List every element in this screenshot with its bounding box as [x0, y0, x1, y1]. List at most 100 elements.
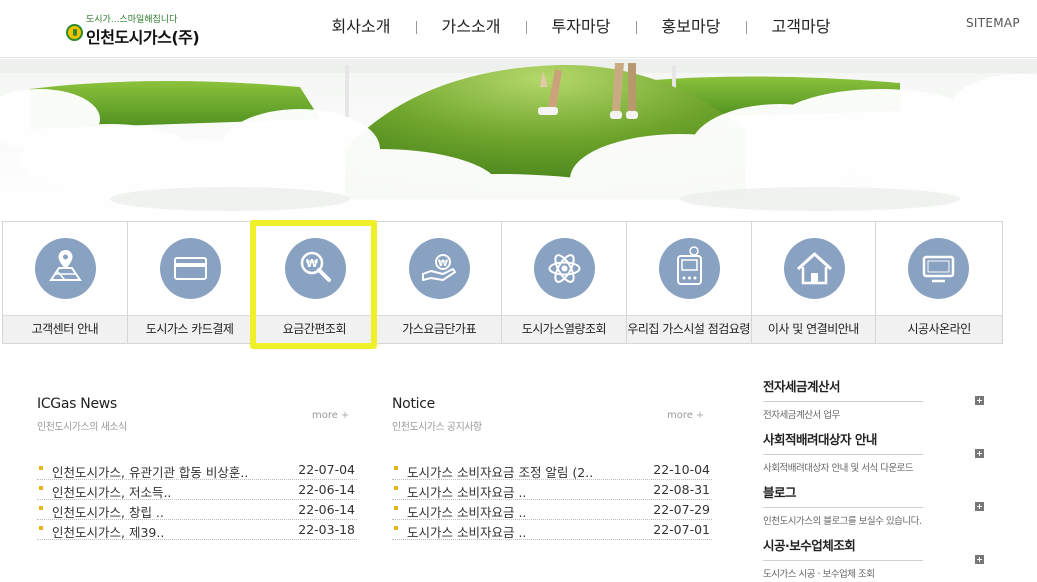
side-link-desc: 전자세금계산서 업무 — [763, 410, 840, 421]
news-board: ICGas News 인천도시가스의 새소식 more + 인천도시가스, 유관기… — [37, 396, 357, 540]
quick-item-card-payment[interactable]: 도시가스 카드결제 — [127, 222, 253, 343]
nav-item-invest[interactable]: 투자마당 — [526, 14, 636, 40]
house-icon — [783, 238, 845, 299]
quick-item-label: 고객센터 안내 — [3, 315, 127, 343]
news-list: 인천도시가스, 유관기관 합동 비상훈.. 22-07-04 인천도시가스, 저소… — [37, 460, 357, 540]
sitemap-link[interactable]: SITEMAP — [966, 16, 1020, 30]
notice-more-link[interactable]: more + — [667, 410, 704, 421]
notice-subtitle: 인천도시가스 공지사항 — [392, 422, 482, 433]
news-title: ICGas News — [37, 396, 117, 412]
list-item[interactable]: 도시가스 소비자요금 .. 22-07-01 — [392, 520, 712, 540]
hero-banner — [0, 59, 1037, 219]
bullet-icon — [39, 486, 43, 490]
list-item[interactable]: 인천도시가스, 제39.. 22-03-18 — [37, 520, 357, 540]
bullet-icon — [39, 526, 43, 530]
list-item-title: 인천도시가스, 저소득.. — [52, 485, 172, 500]
more-label: more — [312, 410, 338, 421]
side-link-social-care[interactable]: 사회적배려대상자 안내 사회적배려대상자 안내 및 서식 다운로드 — [763, 429, 993, 482]
quick-item-rate-table[interactable]: ₩ 가스요금단가표 — [377, 222, 502, 343]
quick-item-label: 우리집 가스시설 점검요령 — [626, 315, 751, 343]
svg-text:₩: ₩ — [438, 259, 448, 269]
credit-card-icon — [159, 238, 221, 299]
bullet-icon — [394, 466, 398, 470]
list-item[interactable]: 도시가스 소비자요금 .. 22-08-31 — [392, 480, 712, 500]
side-link-desc: 도시가스 시공 · 보수업체 조회 — [763, 569, 875, 580]
map-pin-icon — [35, 238, 96, 299]
list-item-date: 22-03-18 — [298, 522, 355, 537]
side-link-desc: 사회적배려대상자 안내 및 서식 다운로드 — [763, 463, 914, 474]
list-item-date: 22-07-29 — [653, 502, 710, 517]
side-link-title: 전자세금계산서 — [763, 376, 923, 402]
bullet-icon — [39, 506, 43, 510]
quick-item-customer-center[interactable]: 고객센터 안내 — [3, 222, 128, 343]
list-item[interactable]: 인천도시가스, 창립 .. 22-06-14 — [37, 500, 357, 520]
gas-flame-logo-icon — [66, 24, 83, 41]
main-nav: 회사소개 가스소개 투자마당 홍보마당 고객마당 — [306, 14, 856, 40]
news-subtitle: 인천도시가스의 새소식 — [37, 422, 127, 433]
quick-item-contractor-online[interactable]: 시공사온라인 — [876, 222, 1002, 343]
quick-item-calorie-inquiry[interactable]: 도시가스열량조회 — [502, 222, 627, 343]
plus-icon[interactable] — [975, 555, 984, 564]
list-item[interactable]: 인천도시가스, 유관기관 합동 비상훈.. 22-07-04 — [37, 460, 357, 480]
more-label: more — [667, 410, 693, 421]
nav-item-pr[interactable]: 홍보마당 — [636, 14, 746, 40]
hand-coin-icon: ₩ — [409, 238, 471, 299]
plus-icon[interactable] — [975, 449, 984, 458]
side-link-title: 시공·보수업체조회 — [763, 535, 923, 561]
bullet-icon — [39, 466, 43, 470]
list-item-title: 인천도시가스, 제39.. — [52, 525, 165, 540]
bullet-icon — [394, 486, 398, 490]
bullet-icon — [394, 506, 398, 510]
notice-list: 도시가스 소비자요금 조정 알림 (2.. 22-10-04 도시가스 소비자요금… — [392, 460, 712, 540]
side-link-contractor-search[interactable]: 시공·보수업체조회 도시가스 시공 · 보수업체 조회 — [763, 535, 993, 582]
news-more-link[interactable]: more + — [312, 410, 349, 421]
list-item[interactable]: 도시가스 소비자요금 조정 알림 (2.. 22-10-04 — [392, 460, 712, 480]
side-link-title: 블로그 — [763, 482, 923, 508]
list-item[interactable]: 인천도시가스, 저소득.. 22-06-14 — [37, 480, 357, 500]
list-item-date: 22-07-04 — [298, 462, 355, 477]
bullet-icon — [394, 526, 398, 530]
plus-icon[interactable] — [975, 502, 984, 511]
quick-item-label: 도시가스열량조회 — [502, 315, 626, 343]
quick-item-safety-check[interactable]: 우리집 가스시설 점검요령 — [626, 222, 752, 343]
nav-item-company[interactable]: 회사소개 — [306, 14, 416, 40]
list-item-title: 도시가스 소비자요금 .. — [407, 505, 527, 520]
list-item-date: 22-07-01 — [653, 522, 710, 537]
notice-board: Notice 인천도시가스 공지사항 more + 도시가스 소비자요금 조정 알… — [392, 396, 712, 540]
logo-name: 인천도시가스(주) — [86, 28, 200, 47]
plus-icon: + — [695, 410, 705, 421]
list-item-date: 22-06-14 — [298, 482, 355, 497]
list-item-date: 22-10-04 — [653, 462, 710, 477]
won-search-icon: ₩ — [284, 238, 346, 299]
list-item-title: 도시가스 소비자요금 .. — [407, 485, 527, 500]
svg-text:₩: ₩ — [305, 257, 317, 270]
list-item-title: 인천도시가스, 창립 .. — [52, 505, 164, 520]
quick-menu: 고객센터 안내 도시가스 카드결제 ₩ 요금간편조회 ₩ 가스요금단가표 도시가… — [2, 221, 1003, 344]
list-item-date: 22-06-14 — [298, 502, 355, 517]
site-header: 도시가...스마일해집니다 인천도시가스(주) 회사소개 가스소개 투자마당 홍… — [0, 0, 1037, 58]
quick-item-label: 시공사온라인 — [876, 315, 1002, 343]
site-logo[interactable]: 도시가...스마일해집니다 인천도시가스(주) — [66, 12, 206, 47]
atom-icon — [534, 238, 595, 299]
gas-meter-icon — [658, 238, 720, 299]
list-item-title: 인천도시가스, 유관기관 합동 비상훈.. — [52, 465, 249, 480]
list-item-date: 22-08-31 — [653, 482, 710, 497]
quick-item-moving-connection[interactable]: 이사 및 연결비안내 — [751, 222, 877, 343]
quick-item-label: 요금간편조회 — [252, 315, 377, 343]
side-link-title: 사회적배려대상자 안내 — [763, 429, 923, 455]
plus-icon[interactable] — [975, 396, 984, 405]
list-item[interactable]: 도시가스 소비자요금 .. 22-07-29 — [392, 500, 712, 520]
quick-item-bill-inquiry[interactable]: ₩ 요금간편조회 — [252, 222, 378, 343]
side-link-desc: 인천도시가스의 블로그를 보실수 있습니다. — [763, 516, 922, 527]
list-item-title: 도시가스 소비자요금 조정 알림 (2.. — [407, 465, 594, 480]
nav-item-customer[interactable]: 고객마당 — [746, 14, 856, 40]
side-links: 전자세금계산서 전자세금계산서 업무 사회적배려대상자 안내 사회적배려대상자 … — [763, 376, 993, 582]
side-link-blog[interactable]: 블로그 인천도시가스의 블로그를 보실수 있습니다. — [763, 482, 993, 535]
notice-title: Notice — [392, 396, 435, 412]
hero-illustration — [0, 59, 1037, 219]
side-link-e-tax-invoice[interactable]: 전자세금계산서 전자세금계산서 업무 — [763, 376, 993, 429]
quick-item-label: 이사 및 연결비안내 — [751, 315, 876, 343]
quick-item-label: 도시가스 카드결제 — [127, 315, 252, 343]
quick-item-label: 가스요금단가표 — [377, 315, 501, 343]
nav-item-gas[interactable]: 가스소개 — [416, 14, 526, 40]
